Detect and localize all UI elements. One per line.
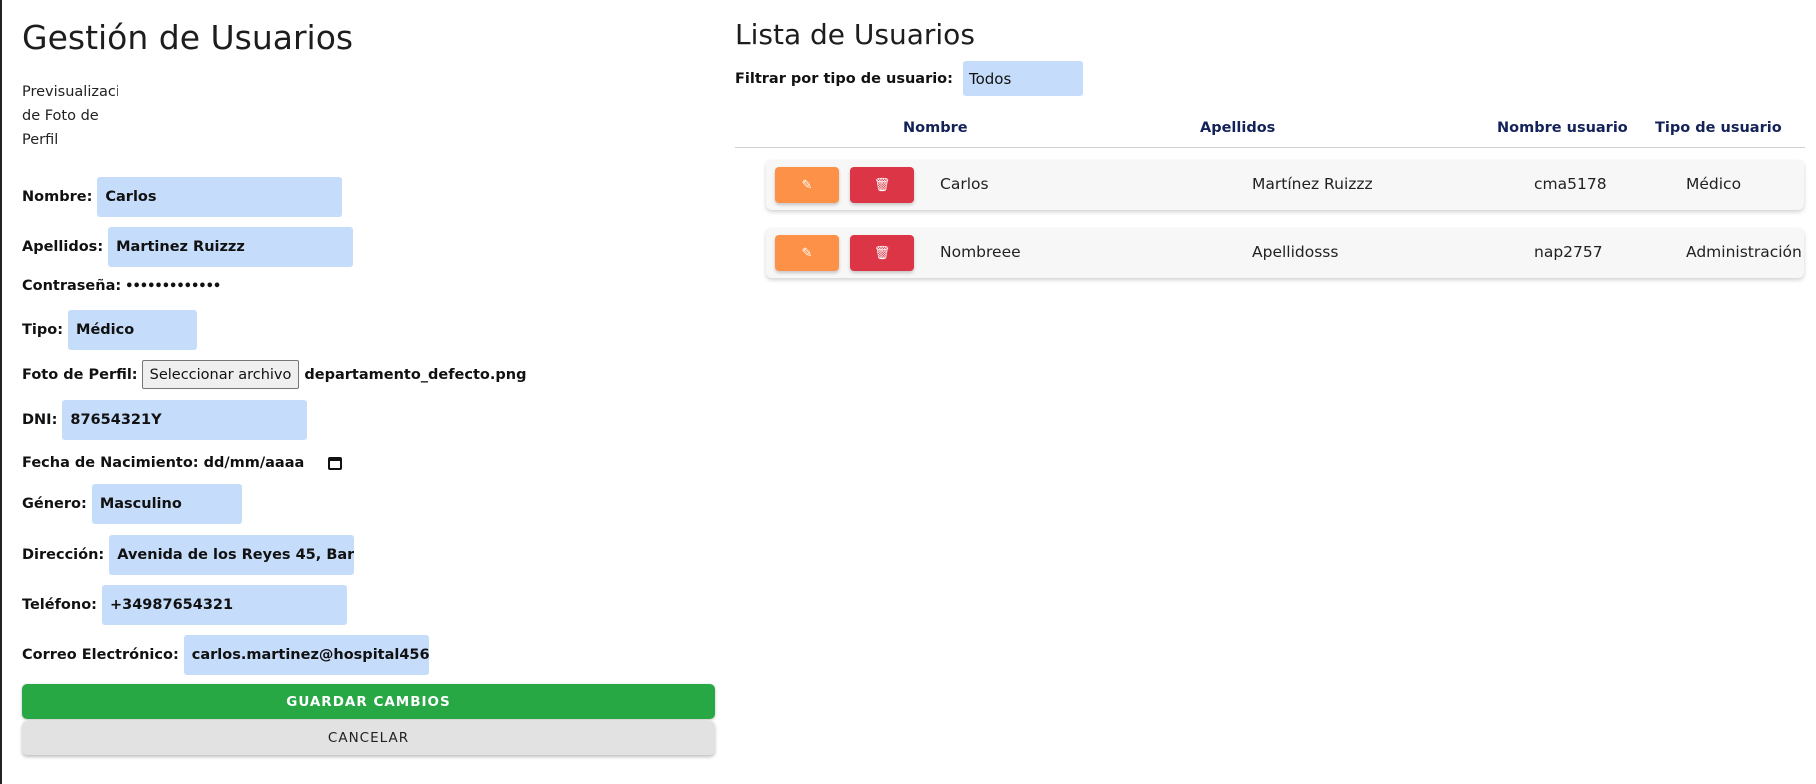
filter-label: Filtrar por tipo de usuario: <box>735 70 953 87</box>
cell-nombre: Nombreee <box>940 243 1021 261</box>
edit-icon: ✎ <box>801 245 813 261</box>
cell-tipo-usuario: Médico <box>1686 175 1742 193</box>
telefono-label: Teléfono: <box>22 597 97 613</box>
fecha-row: Fecha de Nacimiento: dd/mm/aaaa <box>22 453 343 473</box>
cell-apellidos: Apellidosss <box>1252 243 1339 261</box>
tipo-row: Tipo: Médico <box>22 310 198 350</box>
edit-icon: ✎ <box>801 177 813 193</box>
delete-button[interactable]: 🗑 <box>850 235 914 271</box>
user-type-filter-select[interactable]: Todos <box>962 61 1083 96</box>
direccion-row: Dirección: Avenida de los Reyes 45, Barc… <box>22 535 355 575</box>
cell-tipo-usuario: Administración <box>1686 243 1802 261</box>
fecha-label: Fecha de Nacimiento: <box>22 455 199 471</box>
user-list-panel: Lista de Usuarios Filtrar por tipo de us… <box>735 0 1805 784</box>
choose-file-button[interactable]: Seleccionar archivo <box>141 360 300 389</box>
preview-line: Previsualizaci <box>22 84 118 100</box>
column-header-tipo-usuario: Tipo de usuario <box>1655 120 1782 136</box>
cell-nombre-usuario: cma5178 <box>1534 175 1607 193</box>
dni-label: DNI: <box>22 412 58 428</box>
table-row: ✎ 🗑 Nombreee Apellidosss nap2757 Adminis… <box>766 228 1804 278</box>
column-header-nombre-usuario: Nombre usuario <box>1497 120 1628 136</box>
table-header: Nombre Apellidos Nombre usuario Tipo de … <box>735 110 1805 148</box>
edit-button[interactable]: ✎ <box>775 235 839 271</box>
telefono-input[interactable]: +34987654321 <box>101 585 347 625</box>
correo-row: Correo Electrónico: carlos.martinez@hosp… <box>22 635 429 675</box>
apellidos-input[interactable]: Martinez Ruizzz <box>108 227 354 267</box>
cancel-button[interactable]: CANCELAR <box>22 721 715 755</box>
password-input[interactable]: ••••••••••••• <box>125 279 221 294</box>
correo-input[interactable]: carlos.martinez@hospital4564.com <box>183 635 429 675</box>
preview-line: de Foto de <box>22 108 99 124</box>
nombre-input[interactable]: Carlos <box>97 177 343 217</box>
birth-date-input[interactable]: dd/mm/aaaa <box>204 455 305 471</box>
contrasena-row: Contraseña: ••••••••••••• <box>22 278 221 294</box>
profile-photo-preview: Previsualizaci de Foto de Perfil <box>22 80 118 162</box>
tipo-label: Tipo: <box>22 322 64 338</box>
preview-line: Perfil <box>22 132 59 148</box>
apellidos-label: Apellidos: <box>22 239 104 255</box>
telefono-row: Teléfono: +34987654321 <box>22 585 347 625</box>
dni-row: DNI: 87654321Y <box>22 400 308 440</box>
correo-label: Correo Electrónico: <box>22 647 179 663</box>
foto-label: Foto de Perfil: <box>22 366 138 383</box>
calendar-icon[interactable] <box>328 456 343 470</box>
cell-nombre: Carlos <box>940 175 989 193</box>
trash-icon: 🗑 <box>873 177 891 193</box>
apellidos-row: Apellidos: Martinez Ruizzz <box>22 227 354 267</box>
delete-button[interactable]: 🗑 <box>850 167 914 203</box>
column-header-apellidos: Apellidos <box>1200 120 1276 136</box>
direccion-label: Dirección: <box>22 547 105 563</box>
list-title: Lista de Usuarios <box>735 18 975 51</box>
edit-button[interactable]: ✎ <box>775 167 839 203</box>
column-header-nombre: Nombre <box>903 120 968 136</box>
nombre-row: Nombre: Carlos <box>22 177 343 217</box>
form-title: Gestión de Usuarios <box>22 18 354 57</box>
selected-file-name: departamento_defecto.png <box>304 366 527 383</box>
save-button[interactable]: GUARDAR CAMBIOS <box>22 684 715 719</box>
tipo-select[interactable]: Médico <box>68 310 198 350</box>
nombre-label: Nombre: <box>22 189 93 205</box>
table-row: ✎ 🗑 Carlos Martínez Ruizzz cma5178 Médic… <box>766 160 1804 210</box>
filter-row: Filtrar por tipo de usuario: Todos <box>735 61 1083 96</box>
direccion-input[interactable]: Avenida de los Reyes 45, Barcelona <box>109 535 355 575</box>
trash-icon: 🗑 <box>873 245 891 261</box>
genero-label: Género: <box>22 496 87 512</box>
foto-row: Foto de Perfil: Seleccionar archivo depa… <box>22 360 526 389</box>
contrasena-label: Contraseña: <box>22 278 122 294</box>
dni-input[interactable]: 87654321Y <box>62 400 308 440</box>
genero-select[interactable]: Masculino <box>91 484 242 524</box>
cell-apellidos: Martínez Ruizzz <box>1252 175 1373 193</box>
window-edge <box>0 0 2 784</box>
cell-nombre-usuario: nap2757 <box>1534 243 1603 261</box>
genero-row: Género: Masculino <box>22 484 242 524</box>
